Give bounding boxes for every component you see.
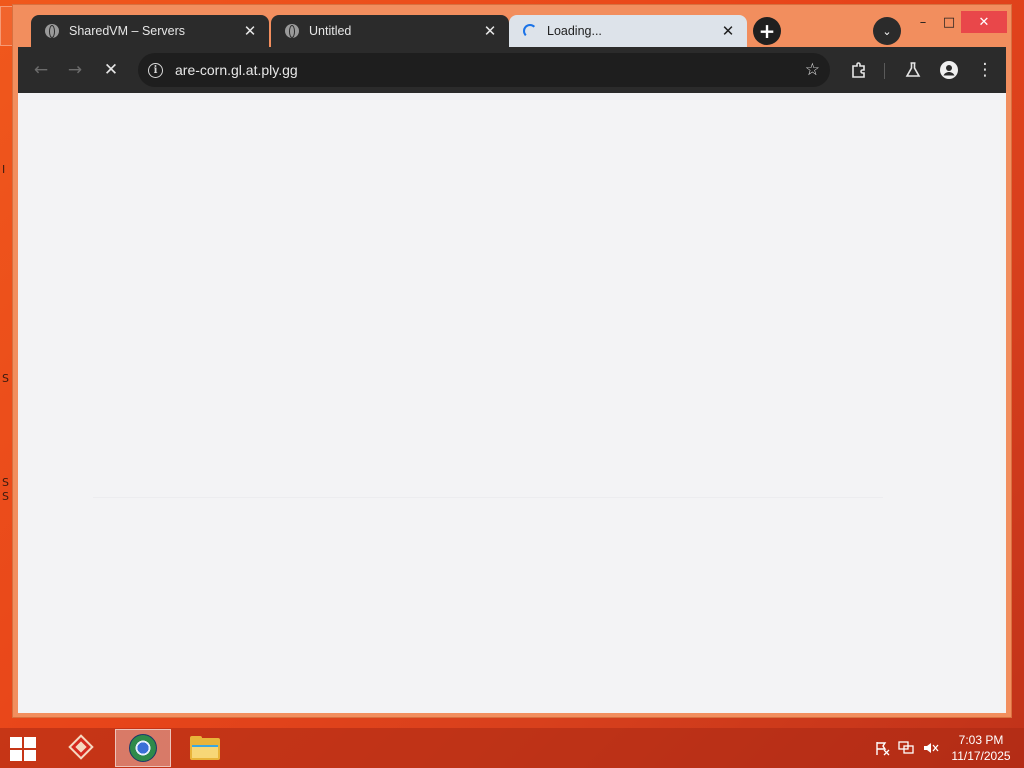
desktop-label-fragment: S bbox=[2, 372, 9, 385]
volume-muted-icon[interactable] bbox=[922, 740, 940, 760]
close-window-button[interactable]: ✕ bbox=[961, 11, 1007, 33]
maximize-button[interactable]: □ bbox=[935, 11, 963, 33]
back-button[interactable]: ← bbox=[28, 57, 54, 83]
tab-sharedvm-servers[interactable]: SharedVM – Servers ✕ bbox=[31, 15, 269, 47]
flask-icon[interactable] bbox=[900, 57, 926, 83]
close-tab-button[interactable]: ✕ bbox=[719, 22, 737, 40]
taskbar-browser-button[interactable] bbox=[115, 729, 171, 767]
tab-search-button[interactable]: ⌄ bbox=[873, 17, 901, 45]
taskbar-app-icon[interactable] bbox=[53, 729, 109, 767]
forward-button[interactable]: → bbox=[62, 57, 88, 83]
page-content-area[interactable] bbox=[18, 93, 1006, 713]
stop-loading-button[interactable]: ✕ bbox=[98, 57, 124, 83]
browser-toolbar: ← → ✕ i are-corn.gl.at.ply.gg ☆ ⋮ bbox=[18, 47, 1006, 93]
desktop-label-fragment: S bbox=[2, 490, 9, 503]
clock-time: 7:03 PM bbox=[958, 733, 1004, 747]
minimize-button[interactable]: – bbox=[909, 11, 937, 33]
browser-window: SharedVM – Servers ✕ Untitled ✕ Loading.… bbox=[12, 4, 1012, 718]
clock-date: 11/17/2025 bbox=[951, 749, 1011, 763]
browser-menu-button[interactable]: ⋮ bbox=[972, 57, 998, 83]
tab-title: Untitled bbox=[309, 24, 352, 38]
browser-icon bbox=[129, 734, 157, 762]
person-icon[interactable] bbox=[936, 57, 962, 83]
close-tab-button[interactable]: ✕ bbox=[241, 22, 259, 40]
address-bar[interactable]: i are-corn.gl.at.ply.gg ☆ bbox=[138, 53, 830, 87]
globe-icon bbox=[45, 24, 59, 38]
tab-title: Loading... bbox=[547, 24, 602, 38]
tab-untitled[interactable]: Untitled ✕ bbox=[271, 15, 509, 47]
page-divider bbox=[93, 497, 883, 498]
system-clock[interactable]: 7:03 PM 11/17/2025 bbox=[944, 732, 1018, 764]
site-info-icon[interactable]: i bbox=[148, 62, 163, 78]
toolbar-divider bbox=[884, 63, 885, 79]
taskbar: 7:03 PM 11/17/2025 bbox=[0, 728, 1024, 768]
tab-strip: SharedVM – Servers ✕ Untitled ✕ Loading.… bbox=[13, 5, 1011, 49]
windows-start-icon[interactable] bbox=[10, 737, 38, 761]
loading-spinner-icon bbox=[523, 24, 537, 38]
close-tab-button[interactable]: ✕ bbox=[481, 22, 499, 40]
tab-loading[interactable]: Loading... ✕ bbox=[509, 15, 747, 47]
action-center-flag-icon[interactable] bbox=[874, 740, 890, 760]
file-explorer-icon bbox=[190, 736, 220, 760]
new-tab-button[interactable]: + bbox=[753, 17, 781, 45]
app-icon bbox=[66, 734, 96, 760]
taskbar-file-explorer-button[interactable] bbox=[177, 729, 233, 767]
tab-title: SharedVM – Servers bbox=[69, 24, 186, 38]
globe-icon bbox=[285, 24, 299, 38]
desktop-label-fragment: I bbox=[2, 163, 6, 176]
address-bar-url[interactable]: are-corn.gl.at.ply.gg bbox=[175, 62, 805, 78]
bookmark-star-icon[interactable]: ☆ bbox=[805, 60, 820, 80]
desktop-label-fragment: S bbox=[2, 476, 9, 489]
puzzle-icon[interactable] bbox=[846, 57, 872, 83]
network-icon[interactable] bbox=[898, 740, 916, 760]
